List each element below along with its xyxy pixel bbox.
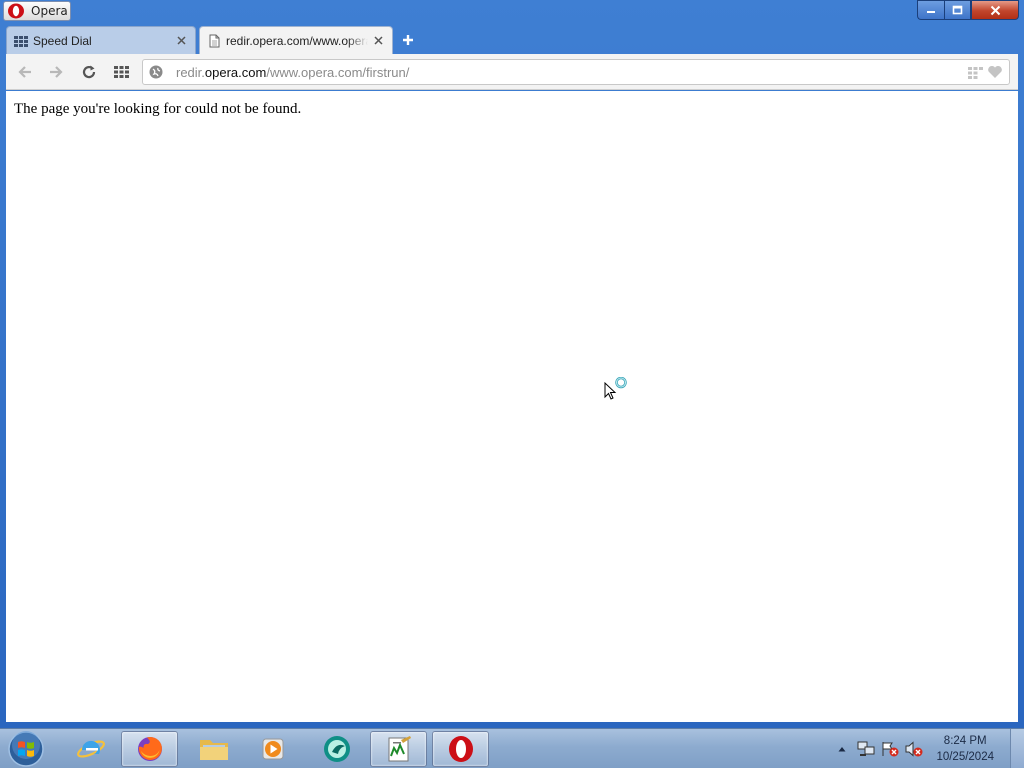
tab-close-button[interactable] bbox=[368, 31, 388, 51]
opera-menu-button[interactable]: Opera bbox=[3, 1, 71, 21]
tab-redir-opera[interactable]: redir.opera.com/www.opera.com/firstrun/ bbox=[199, 26, 393, 54]
address-bar[interactable]: redir.opera.com/www.opera.com/firstrun/ bbox=[142, 59, 1010, 85]
clock-time: 8:24 PM bbox=[943, 735, 987, 747]
teal-app-icon bbox=[323, 736, 350, 762]
taskbar-firefox[interactable] bbox=[121, 731, 178, 767]
reload-icon bbox=[82, 65, 96, 79]
browser-window: Opera Speed Dial redir.opera.com/www.ope… bbox=[0, 0, 1024, 728]
start-button[interactable] bbox=[6, 730, 46, 768]
taskbar-file-explorer[interactable] bbox=[185, 731, 242, 767]
navigation-toolbar: redir.opera.com/www.opera.com/firstrun/ bbox=[6, 54, 1018, 90]
page-viewport: The page you're looking for could not be… bbox=[6, 91, 1018, 722]
clock-date: 10/25/2024 bbox=[936, 751, 994, 763]
close-icon bbox=[176, 36, 186, 45]
flag-error-icon bbox=[882, 742, 899, 757]
taskbar-script-editor[interactable] bbox=[370, 731, 427, 767]
opera-logo-icon bbox=[8, 3, 24, 19]
tray-volume[interactable] bbox=[904, 739, 924, 759]
windows-start-orb-icon bbox=[8, 731, 44, 767]
forward-button[interactable] bbox=[45, 62, 67, 82]
maximize-button[interactable] bbox=[944, 0, 971, 20]
page-icon bbox=[209, 34, 220, 47]
show-desktop-button[interactable] bbox=[1010, 729, 1024, 768]
url-domain: opera.com bbox=[204, 65, 267, 80]
back-button[interactable] bbox=[14, 62, 36, 82]
taskbar: 8:24 PM 10/25/2024 bbox=[0, 728, 1024, 768]
minimize-icon bbox=[927, 11, 935, 13]
reload-button[interactable] bbox=[78, 62, 100, 82]
minimize-button[interactable] bbox=[917, 0, 944, 20]
volume-muted-icon bbox=[905, 741, 923, 757]
media-player-icon bbox=[262, 738, 283, 760]
tab-close-button[interactable] bbox=[171, 31, 191, 51]
taskbar-teal-app[interactable] bbox=[308, 731, 365, 767]
tray-action-center[interactable] bbox=[880, 739, 900, 759]
busy-cursor-icon bbox=[604, 377, 627, 400]
close-icon bbox=[373, 36, 383, 45]
tab-strip: Speed Dial redir.opera.com/www.opera.com… bbox=[6, 26, 1018, 54]
url-prefix: redir. bbox=[176, 65, 205, 80]
tab-speed-dial[interactable]: Speed Dial bbox=[6, 26, 196, 54]
taskbar-clock[interactable]: 8:24 PM 10/25/2024 bbox=[936, 733, 994, 765]
forward-arrow-icon bbox=[50, 66, 63, 78]
tray-network[interactable] bbox=[856, 739, 876, 759]
security-globe-icon bbox=[149, 65, 163, 79]
opera-icon bbox=[448, 736, 473, 762]
restore-icon bbox=[952, 5, 963, 15]
speed-dial-icon bbox=[113, 66, 129, 78]
tab-title: Speed Dial bbox=[33, 33, 92, 48]
close-icon bbox=[990, 5, 1000, 15]
script-editor-icon bbox=[388, 736, 411, 762]
taskbar-opera[interactable] bbox=[432, 731, 489, 767]
tab-title: redir.opera.com/www.opera.com/firstrun/ bbox=[226, 33, 368, 48]
heart-bookmark-icon[interactable] bbox=[987, 65, 1003, 79]
system-tray: 8:24 PM 10/25/2024 bbox=[830, 729, 994, 768]
close-window-button[interactable] bbox=[971, 0, 1019, 20]
page-not-found-message: The page you're looking for could not be… bbox=[14, 101, 302, 117]
url-text: redir.opera.com/www.opera.com/firstrun/ bbox=[176, 65, 409, 80]
title-bar: Opera bbox=[0, 0, 1024, 24]
plus-icon bbox=[403, 35, 413, 45]
firefox-icon bbox=[137, 736, 162, 761]
network-icon bbox=[857, 741, 875, 756]
chevron-up-icon bbox=[838, 747, 846, 752]
speed-dial-button[interactable] bbox=[110, 62, 132, 82]
url-path: /www.opera.com/firstrun/ bbox=[266, 65, 410, 80]
address-bar-tools bbox=[968, 65, 1003, 79]
internet-explorer-icon bbox=[76, 740, 105, 758]
taskbar-media-player[interactable] bbox=[244, 731, 301, 767]
taskbar-internet-explorer[interactable] bbox=[62, 731, 119, 767]
back-arrow-icon bbox=[18, 66, 31, 78]
show-hidden-icons-button[interactable] bbox=[832, 739, 852, 759]
folder-icon bbox=[199, 740, 228, 760]
new-tab-button[interactable] bbox=[398, 30, 418, 50]
speed-dial-icon bbox=[14, 35, 28, 47]
opera-menu-label: Opera bbox=[31, 4, 68, 18]
window-controls bbox=[917, 0, 1019, 20]
add-to-speed-dial-icon[interactable] bbox=[968, 65, 983, 79]
